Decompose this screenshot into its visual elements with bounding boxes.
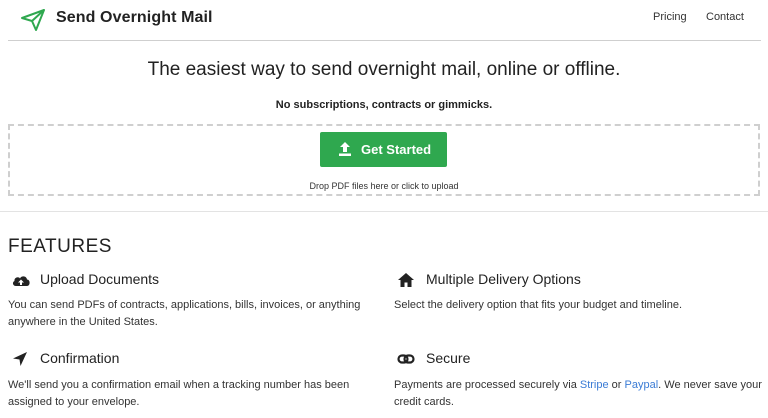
top-navbar: Send Overnight Mail Pricing Contact bbox=[0, 0, 768, 40]
link-icon bbox=[397, 351, 415, 369]
feature-title-secure: Secure bbox=[426, 350, 471, 366]
header-divider bbox=[8, 40, 761, 41]
hero-title: The easiest way to send overnight mail, … bbox=[147, 59, 621, 80]
feature-title-upload: Upload Documents bbox=[40, 271, 160, 287]
paypal-link[interactable]: Paypal bbox=[625, 379, 659, 391]
location-arrow-icon bbox=[12, 351, 30, 369]
section-divider bbox=[0, 211, 768, 212]
feature-desc-delivery: Select the delivery option that fits you… bbox=[394, 299, 683, 311]
nav-pricing-link[interactable]: Pricing bbox=[653, 11, 687, 23]
cloud-upload-icon bbox=[11, 271, 30, 289]
feature-desc-confirmation: We'll send you a confirmation email when… bbox=[8, 379, 350, 408]
hero-subtitle: No subscriptions, contracts or gimmicks. bbox=[275, 99, 493, 111]
feature-desc-upload: You can send PDFs of contracts, applicat… bbox=[8, 299, 361, 328]
get-started-button[interactable]: Get Started bbox=[320, 132, 447, 167]
features-heading: FEATURES bbox=[8, 236, 112, 257]
feature-desc-secure: Payments are processed securely via Stri… bbox=[394, 377, 764, 411]
nav-contact-link[interactable]: Contact bbox=[706, 11, 744, 23]
secure-desc-prefix: Payments are processed securely via bbox=[394, 379, 580, 391]
paper-plane-icon[interactable] bbox=[20, 8, 46, 32]
get-started-label: Get Started bbox=[361, 142, 432, 157]
feature-title-delivery: Multiple Delivery Options bbox=[426, 271, 581, 287]
feature-title-confirmation: Confirmation bbox=[40, 350, 120, 366]
home-icon bbox=[397, 271, 415, 289]
upload-icon bbox=[337, 141, 353, 157]
secure-desc-mid: or bbox=[608, 379, 625, 391]
brand-name[interactable]: Send Overnight Mail bbox=[56, 9, 213, 27]
drop-hint-text: Drop PDF files here or click to upload bbox=[309, 181, 459, 191]
stripe-link[interactable]: Stripe bbox=[580, 379, 609, 391]
